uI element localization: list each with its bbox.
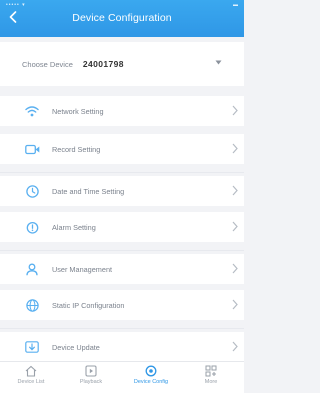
- menu-item-label: Static IP Configuration: [52, 300, 125, 310]
- menu-item-device-update[interactable]: Device Update: [0, 332, 244, 362]
- device-selector-label: Choose Device: [22, 59, 73, 69]
- tab-label: Device Config: [133, 379, 169, 385]
- tab-playback[interactable]: Playback: [66, 365, 116, 393]
- more-icon: [205, 365, 217, 377]
- bottom-tab-bar: Device List Playback Device Config More: [0, 361, 244, 393]
- home-icon: [25, 365, 37, 377]
- section-divider: [0, 328, 244, 329]
- menu-item-label: Network Setting: [52, 106, 104, 116]
- page-title: Device Configuration: [72, 12, 172, 24]
- chevron-right-icon: [232, 263, 238, 274]
- menu-item-record-setting[interactable]: Record Setting: [0, 134, 244, 164]
- chevron-right-icon: [232, 105, 238, 116]
- alarm-icon: [24, 220, 40, 234]
- menu-item-label: User Management: [52, 264, 113, 274]
- device-selector[interactable]: Choose Device 24001798: [0, 42, 244, 86]
- device-selector-value: 24001798: [82, 59, 124, 69]
- chevron-right-icon: [232, 341, 238, 352]
- menu-item-network-setting[interactable]: Network Setting: [0, 96, 244, 126]
- settings-icon: [145, 365, 157, 377]
- status-time: ▬: [233, 2, 238, 8]
- chevron-right-icon: [232, 221, 238, 232]
- status-indicators: ••••• ▾: [6, 2, 26, 8]
- menu-item-label: Date and Time Setting: [52, 186, 125, 196]
- user-icon: [24, 262, 40, 276]
- chevron-right-icon: [232, 185, 238, 196]
- menu-item-label: Record Setting: [52, 144, 101, 154]
- tab-label: Device List: [17, 379, 45, 385]
- tab-label: Playback: [79, 379, 103, 385]
- chevron-right-icon: [232, 143, 238, 154]
- menu-item-static-ip-configuration[interactable]: Static IP Configuration: [0, 290, 244, 320]
- menu-item-user-management[interactable]: User Management: [0, 254, 244, 284]
- clock-icon: [24, 184, 40, 198]
- tab-device-config[interactable]: Device Config: [126, 365, 176, 393]
- section-divider: [0, 250, 244, 251]
- tab-device-list[interactable]: Device List: [6, 365, 56, 393]
- section-divider: [0, 172, 244, 173]
- tab-label: More: [204, 379, 218, 385]
- wifi-icon: [24, 104, 40, 118]
- header-bar: ••••• ▾ ▬ Device Configuration: [0, 0, 244, 37]
- tab-more[interactable]: More: [186, 365, 236, 393]
- globe-icon: [24, 298, 40, 312]
- chevron-right-icon: [232, 299, 238, 310]
- dropdown-caret-icon: [215, 60, 222, 65]
- menu-item-label: Device Update: [52, 342, 100, 352]
- update-icon: [24, 340, 40, 354]
- menu-item-alarm-setting[interactable]: Alarm Setting: [0, 212, 244, 242]
- record-icon: [24, 142, 40, 156]
- playback-icon: [85, 365, 97, 377]
- menu-item-label: Alarm Setting: [52, 222, 96, 232]
- menu-item-date-time-setting[interactable]: Date and Time Setting: [0, 176, 244, 206]
